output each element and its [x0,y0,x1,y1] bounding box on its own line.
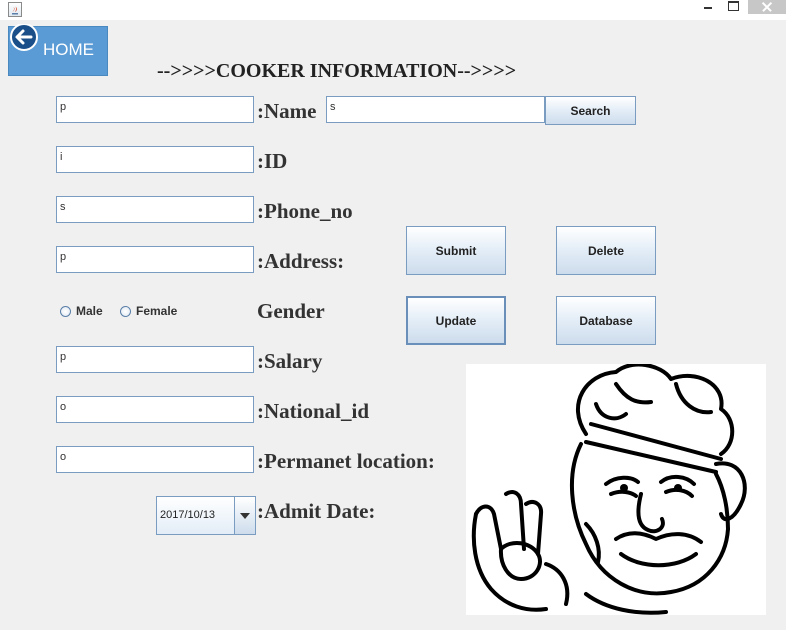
submit-button[interactable]: Submit [406,226,506,275]
home-button-label: HOME [43,40,94,59]
delete-button[interactable]: Delete [556,226,656,275]
female-radio[interactable]: Female [120,304,177,318]
page-title: -->>>>COOKER INFORMATION-->>>> [157,60,517,82]
back-arrow-icon [10,24,38,51]
dropdown-arrow-icon[interactable] [234,497,255,534]
close-button[interactable] [748,0,786,14]
location-label: :Permanet location: [257,449,435,473]
minimize-button[interactable] [696,0,720,14]
update-button[interactable]: Update [406,296,506,345]
maximize-button[interactable] [721,0,745,14]
salary-field[interactable]: p [56,346,254,373]
home-button[interactable]: HOME [8,24,108,76]
name-label: :Name [257,99,317,123]
title-bar [0,0,786,20]
gender-label: Gender [257,299,325,323]
search-input[interactable]: s [326,96,545,123]
location-field[interactable]: o [56,446,254,473]
search-button[interactable]: Search [545,96,636,125]
admit-date-combo[interactable]: 2017/10/13 [156,496,256,535]
address-field[interactable]: p [56,246,254,273]
admit-date-label: :Admit Date: [257,499,376,523]
radio-circle-icon [120,306,131,317]
id-label: :ID [257,149,288,173]
national-id-field[interactable]: o [56,396,254,423]
database-button[interactable]: Database [556,296,656,345]
national-id-label: :National_id [257,399,370,423]
java-app-icon [8,2,22,17]
name-field[interactable]: p [56,96,254,123]
chef-image [466,364,766,615]
male-radio[interactable]: Male [60,304,103,318]
salary-label: :Salary [257,349,323,373]
address-label: :Address: [257,249,345,273]
phone-field[interactable]: s [56,196,254,223]
phone-label: :Phone_no [257,199,353,223]
male-radio-label: Male [76,304,103,318]
admit-date-value: 2017/10/13 [160,509,216,521]
radio-circle-icon [60,306,71,317]
female-radio-label: Female [136,304,178,318]
id-field[interactable]: i [56,146,254,173]
